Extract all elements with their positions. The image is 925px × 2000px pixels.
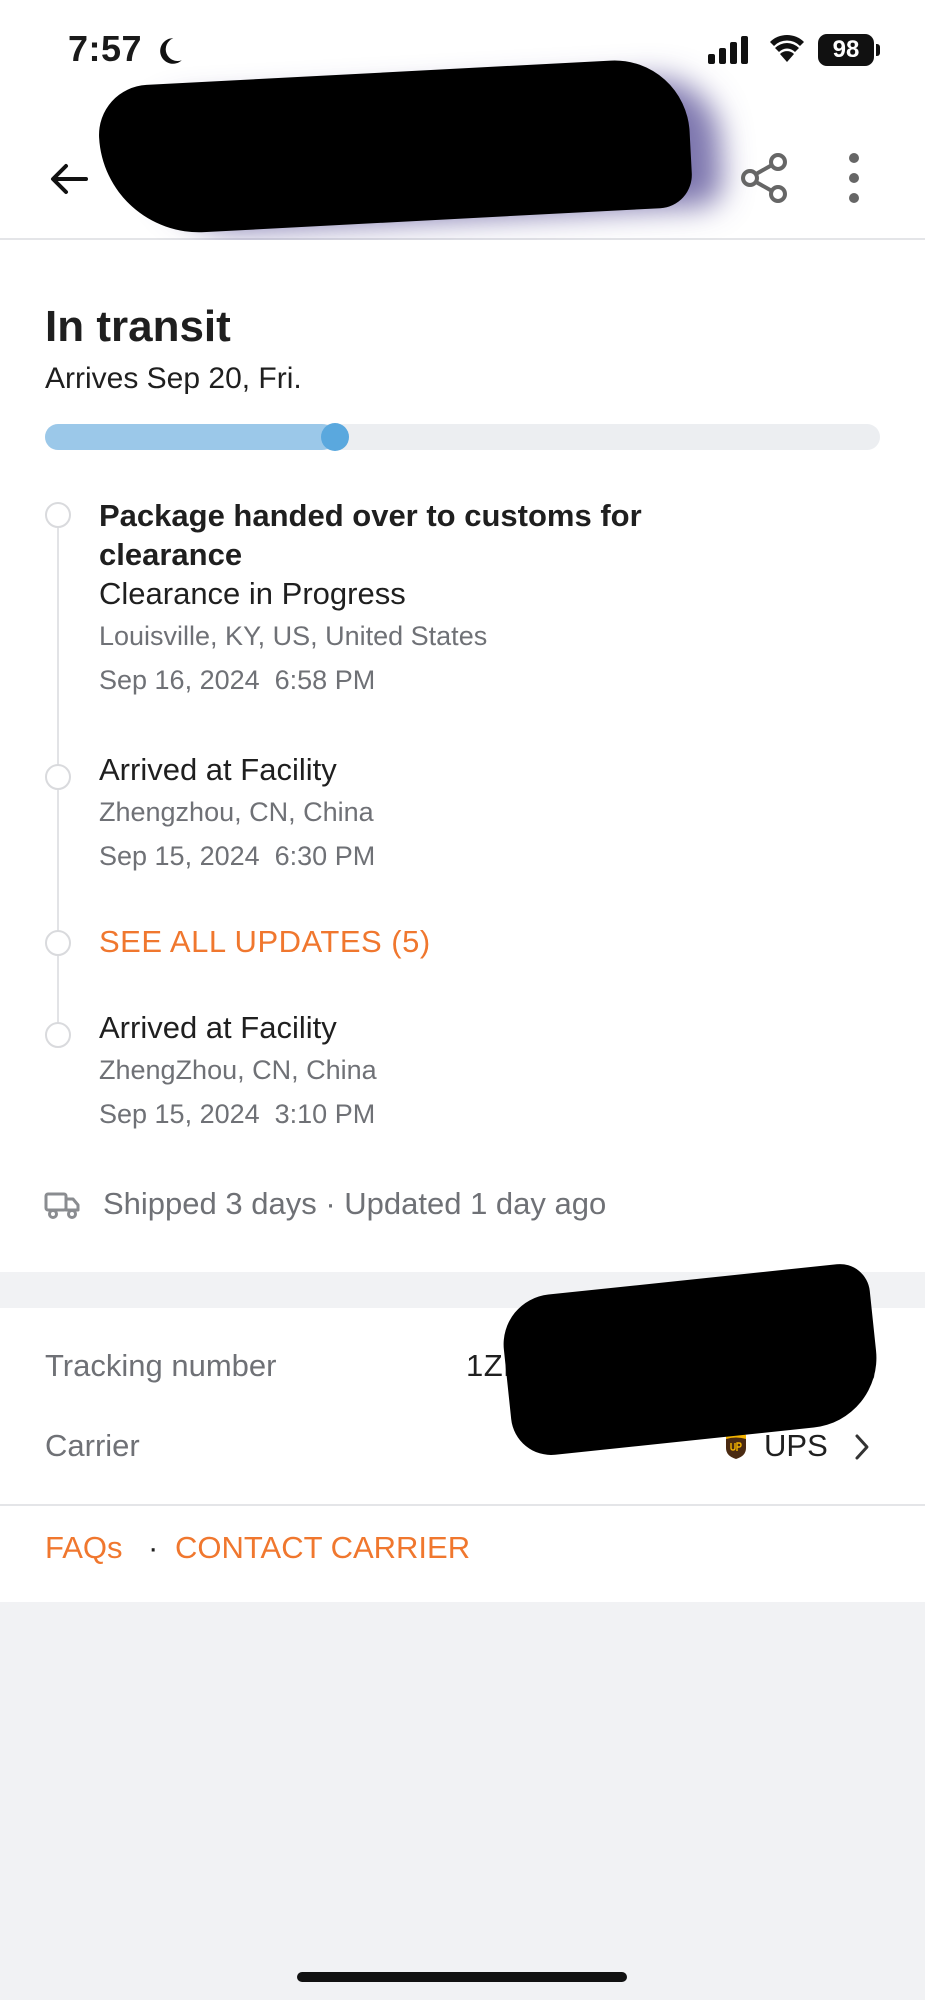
chevron-right-icon[interactable] [852, 1432, 872, 1462]
back-arrow-icon[interactable] [44, 154, 94, 204]
event-title: Package handed over to customs for clear… [99, 498, 642, 572]
arrival-estimate: Arrives Sep 20, Fri. [45, 362, 302, 395]
timeline-dot [45, 930, 71, 956]
contact-carrier-link[interactable]: CONTACT CARRIER [175, 1530, 470, 1566]
status-time: 7:57 [68, 28, 143, 69]
shipped-summary: Shipped 3 days · Updated 1 day ago [103, 1186, 607, 1221]
truck-icon [44, 1192, 80, 1219]
timeline-dot [45, 764, 71, 790]
event-title: Arrived at Facility [99, 752, 337, 787]
timeline-event: Arrived at Facility Zhengzhou, CN, China… [99, 750, 879, 878]
battery-indicator: 98 [818, 34, 874, 66]
carrier-label: Carrier [45, 1428, 140, 1463]
event-subtitle: Clearance in Progress [99, 576, 406, 611]
timeline-event: Arrived at Facility ZhengZhou, CN, China… [99, 1008, 879, 1136]
shipment-status: In transit [45, 302, 231, 351]
wifi-icon [770, 34, 804, 62]
progress-knob [321, 423, 349, 451]
shipment-status-card: In transit Arrives Sep 20, Fri. [0, 240, 925, 496]
tracking-number-label: Tracking number [45, 1348, 277, 1383]
see-all-updates-link[interactable]: SEE ALL UPDATES (5) [99, 924, 431, 960]
home-indicator[interactable] [297, 1972, 627, 1982]
signal-icon [708, 36, 748, 64]
tracking-timeline: Package handed over to customs for clear… [0, 496, 925, 1272]
more-vertical-icon[interactable] [836, 150, 872, 206]
event-location: Zhengzhou, CN, China [99, 797, 374, 827]
timeline-dot [45, 1022, 71, 1048]
link-separator: · [148, 1530, 159, 1565]
event-datetime: Sep 15, 2024 6:30 PM [99, 841, 376, 871]
timeline-dot [45, 502, 71, 528]
event-title: Arrived at Facility [99, 1010, 337, 1045]
moon-icon [160, 38, 182, 64]
event-location: Louisville, KY, US, United States [99, 621, 488, 651]
timeline-event: Package handed over to customs for clear… [99, 496, 879, 702]
event-datetime: Sep 15, 2024 3:10 PM [99, 1099, 376, 1129]
redaction-mark [96, 56, 694, 238]
event-location: ZhengZhou, CN, China [99, 1055, 377, 1085]
event-datetime: Sep 16, 2024 6:58 PM [99, 665, 376, 695]
progress-fill [45, 424, 335, 450]
faqs-link[interactable]: FAQs [45, 1530, 123, 1566]
progress-bar [45, 423, 880, 451]
battery-nub [876, 44, 880, 56]
share-icon[interactable] [740, 152, 788, 204]
carrier-value[interactable]: UPS [764, 1428, 828, 1464]
help-links: FAQs · CONTACT CARRIER [0, 1506, 925, 1602]
